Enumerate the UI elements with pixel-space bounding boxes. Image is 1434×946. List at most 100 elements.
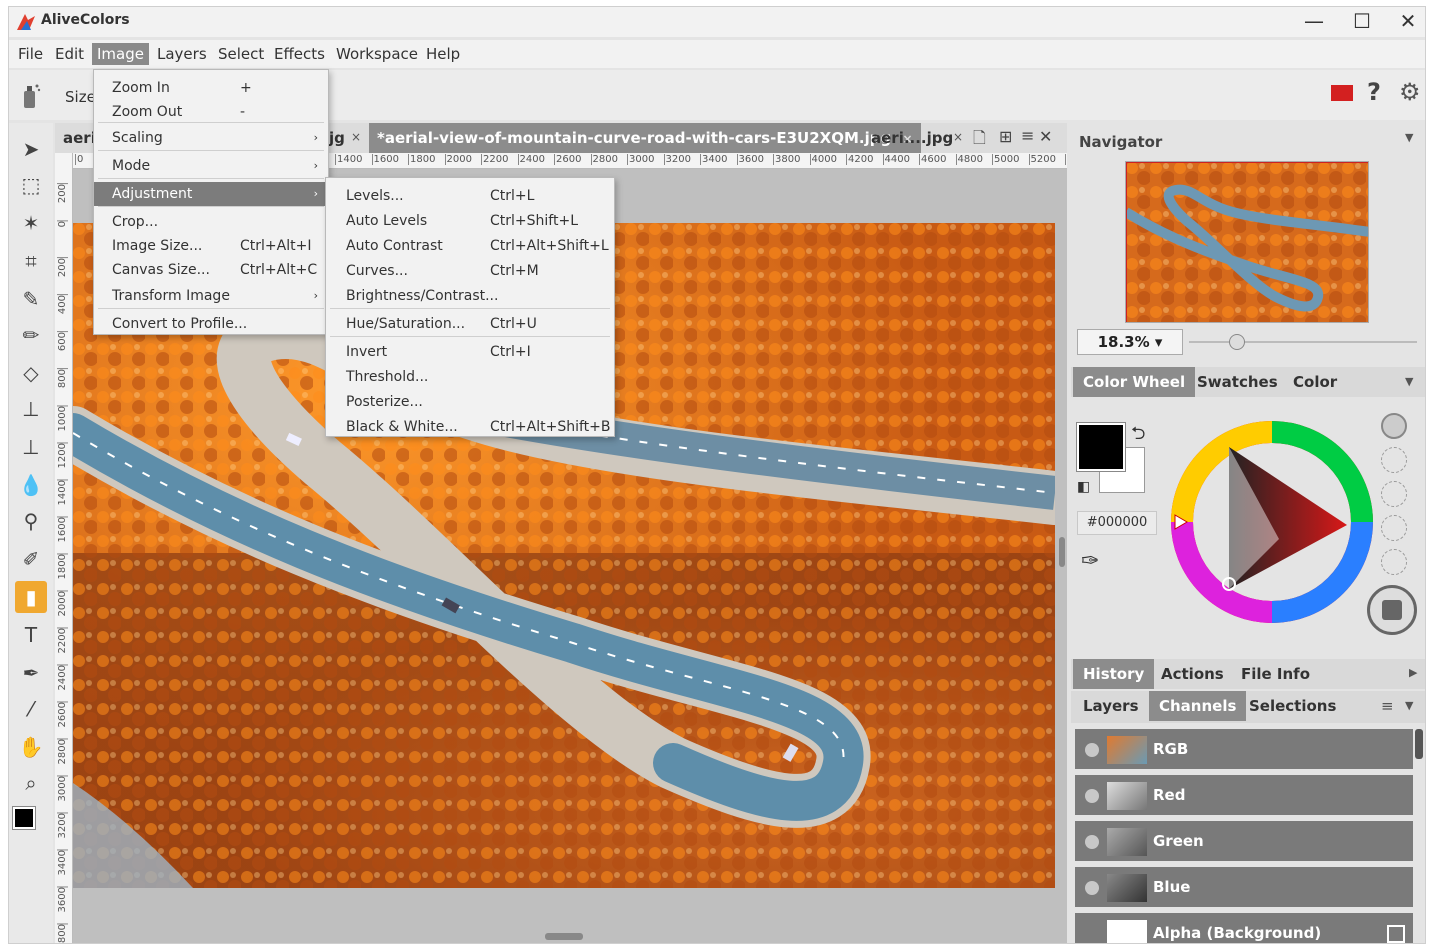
image-menu-item[interactable]: Image Size... Ctrl+Alt+I [94, 234, 328, 258]
channels-collapse-icon[interactable]: ▼ [1405, 699, 1413, 712]
tab-layers[interactable]: Layers [1073, 691, 1149, 721]
close-all-icon[interactable]: ✕ [1039, 127, 1052, 146]
image-menu-item[interactable]: Zoom In + [94, 76, 328, 100]
foreground-color-box[interactable] [1076, 422, 1126, 472]
tab-actions[interactable]: Actions [1151, 659, 1234, 689]
spray-tool-icon[interactable]: ▮ [15, 581, 47, 613]
channels-menu-icon[interactable]: ≡ [1381, 697, 1394, 715]
grid-view-icon[interactable]: ⊞ [999, 127, 1012, 146]
pencil-tool-icon[interactable]: ✏ [15, 319, 47, 351]
zoom-tool-icon[interactable]: ⌕ [15, 767, 47, 799]
color-wheel[interactable] [1169, 419, 1375, 625]
image-menu-item[interactable]: Canvas Size... Ctrl+Alt+C [94, 258, 328, 282]
new-document-icon[interactable]: 🗋 [973, 127, 986, 154]
menu-effects[interactable]: Effects [269, 43, 330, 65]
color-picker-icon[interactable]: ✑ [1081, 549, 1099, 574]
tab-color[interactable]: Color [1283, 367, 1347, 397]
eraser-tool-icon[interactable]: ◇ [15, 357, 47, 389]
channels-scrollbar[interactable] [1415, 729, 1423, 759]
tab-other-document[interactable]: aeri....jpg [863, 123, 961, 153]
adjustment-menu-item[interactable]: Auto Contrast Ctrl+Alt+Shift+L [326, 234, 614, 258]
marquee-tool-icon[interactable]: ⬚ [15, 169, 47, 201]
channel-row-blue[interactable]: Blue [1075, 867, 1413, 909]
adjustment-menu-item[interactable]: Curves... Ctrl+M [326, 259, 614, 283]
hand-tool-icon[interactable]: ✋ [15, 731, 47, 763]
help-icon[interactable]: ? [1367, 78, 1381, 106]
adjustment-menu-item[interactable]: Posterize... [326, 390, 614, 414]
visibility-icon[interactable] [1085, 789, 1099, 803]
list-view-icon[interactable]: ≡ [1021, 126, 1034, 145]
wheel-shape-option-2[interactable] [1381, 447, 1407, 473]
wheel-shape-option-3[interactable] [1381, 481, 1407, 507]
tab-close-icon[interactable]: × [953, 130, 963, 144]
magic-wand-tool-icon[interactable]: ✶ [15, 207, 47, 239]
menu-file[interactable]: File [13, 43, 48, 65]
image-menu-item[interactable]: Mode › [94, 154, 328, 178]
navigator-preview[interactable] [1125, 161, 1369, 323]
image-menu-item[interactable]: Scaling › [94, 126, 328, 150]
smudge-tool-icon[interactable]: ⚲ [15, 505, 47, 537]
visibility-icon[interactable] [1085, 743, 1099, 757]
brush-tool-icon[interactable]: ✎ [15, 283, 47, 315]
close-window-button[interactable]: ✕ [1385, 7, 1425, 37]
visibility-icon[interactable] [1085, 881, 1099, 895]
tab-selections[interactable]: Selections [1239, 691, 1346, 721]
tab-file-info[interactable]: File Info [1231, 659, 1320, 689]
wheel-shape-option-1[interactable] [1381, 413, 1407, 439]
channel-row-alpha[interactable]: Alpha (Background) [1075, 913, 1413, 943]
effects-brush-icon[interactable]: ✐ [15, 543, 47, 575]
menu-image[interactable]: Image [92, 43, 149, 65]
zoom-slider-handle[interactable] [1229, 334, 1246, 350]
zoom-level-field[interactable]: 18.3% ▾ [1077, 329, 1183, 355]
wheel-shape-option-4[interactable] [1381, 515, 1407, 541]
drop-tool-icon[interactable]: 💧 [15, 469, 47, 501]
image-menu-item[interactable]: Transform Image › [94, 284, 328, 308]
reset-colors-icon[interactable]: ◧ [1077, 479, 1090, 495]
channel-row-green[interactable]: Green [1075, 821, 1413, 863]
channel-row-rgb[interactable]: RGB [1075, 729, 1413, 771]
gear-icon[interactable]: ⚙ [1399, 78, 1421, 106]
vertical-scrollbar[interactable] [1059, 537, 1065, 567]
tab-active-document[interactable]: *aerial-view-of-mountain-curve-road-with… [369, 123, 921, 153]
swap-colors-icon[interactable]: ⮌ [1131, 421, 1145, 451]
maximize-button[interactable]: ☐ [1339, 7, 1385, 37]
tab-swatches[interactable]: Swatches [1187, 367, 1288, 397]
image-menu-item[interactable]: Zoom Out - [94, 100, 328, 124]
image-menu-item[interactable]: Crop... [94, 210, 328, 234]
zoom-slider-track[interactable] [1189, 341, 1417, 343]
text-tool-icon[interactable]: T [15, 619, 47, 651]
alpha-mask-icon[interactable] [1387, 925, 1405, 943]
color-panel-menu-icon[interactable]: ▼ [1405, 375, 1413, 388]
tab-history[interactable]: History [1073, 659, 1155, 689]
menu-help[interactable]: Help [421, 43, 465, 65]
foreground-color-swatch[interactable] [12, 806, 36, 830]
channel-row-red[interactable]: Red [1075, 775, 1413, 817]
adjustment-menu-item[interactable]: Threshold... [326, 365, 614, 389]
history-expand-icon[interactable]: ▶ [1409, 666, 1417, 679]
visibility-icon[interactable] [1085, 835, 1099, 849]
move-tool-icon[interactable]: ➤ [15, 133, 47, 165]
adjustment-menu-item[interactable]: Black & White... Ctrl+Alt+Shift+B [326, 415, 614, 439]
menu-workspace[interactable]: Workspace [331, 43, 423, 65]
adjustment-menu-item[interactable]: Invert Ctrl+I [326, 340, 614, 364]
adjustment-menu-item[interactable]: Hue/Saturation... Ctrl+U [326, 312, 614, 336]
tab-color-wheel[interactable]: Color Wheel [1073, 367, 1196, 397]
clone-tool-icon[interactable]: ⊥ [15, 431, 47, 463]
horizontal-scrollbar[interactable] [545, 933, 583, 940]
minimize-button[interactable]: — [1291, 7, 1337, 37]
hex-color-field[interactable]: #000000 [1077, 511, 1157, 535]
eyedropper-tool-icon[interactable]: ⁄ [15, 693, 47, 725]
tab-close-icon[interactable]: × [351, 130, 361, 144]
navigator-collapse-icon[interactable]: ▼ [1405, 131, 1413, 144]
wheel-shape-option-5[interactable] [1381, 549, 1407, 575]
menu-layers[interactable]: Layers [152, 43, 212, 65]
adjustment-menu-item[interactable]: Brightness/Contrast... [326, 284, 614, 308]
crop-tool-icon[interactable]: ⌗ [15, 245, 47, 277]
adjustment-menu-item[interactable]: Levels... Ctrl+L [326, 184, 614, 208]
image-menu-item[interactable]: Adjustment › [94, 182, 328, 206]
adjustment-menu-item[interactable]: Auto Levels Ctrl+Shift+L [326, 209, 614, 233]
menu-edit[interactable]: Edit [50, 43, 89, 65]
menu-select[interactable]: Select [213, 43, 269, 65]
pen-tool-icon[interactable]: ✒ [15, 657, 47, 689]
image-menu-item[interactable]: Convert to Profile... [94, 312, 328, 336]
